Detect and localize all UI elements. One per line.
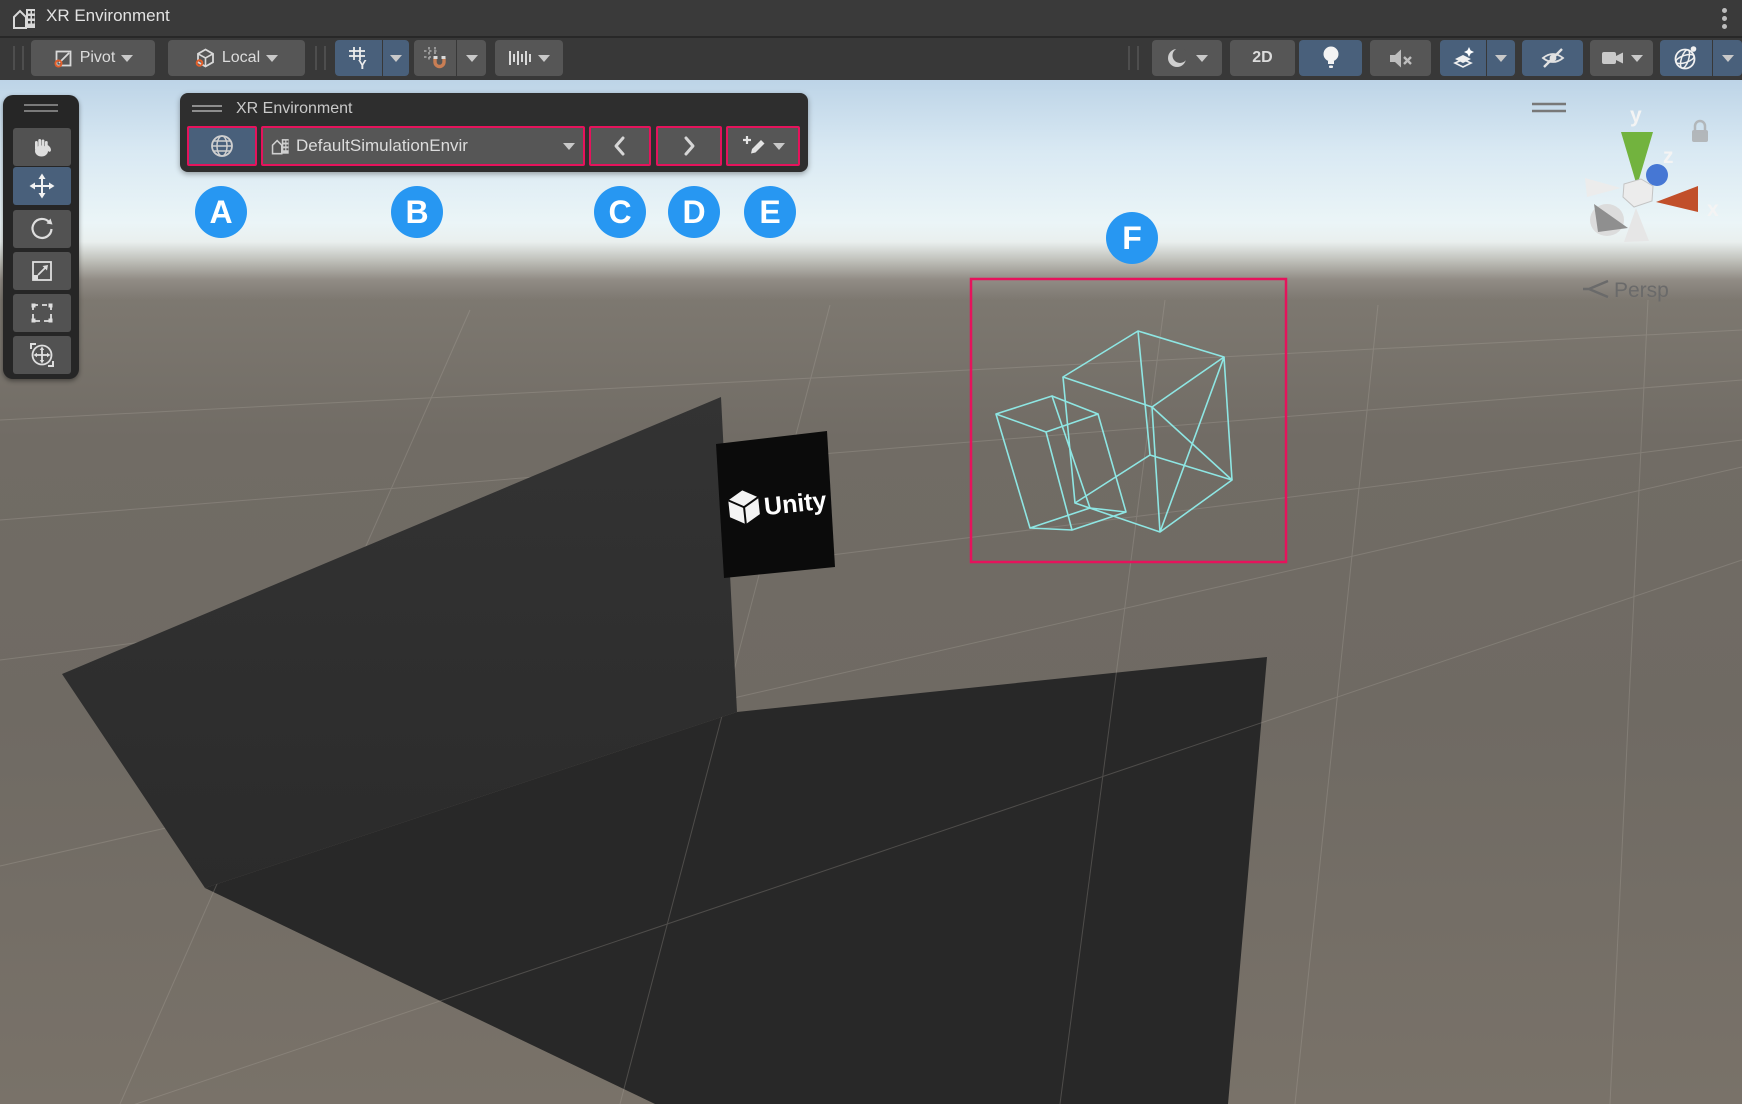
environment-name: DefaultSimulationEnvir bbox=[296, 136, 558, 156]
window-menu-button[interactable] bbox=[1712, 5, 1736, 33]
scale-tool[interactable] bbox=[13, 252, 71, 290]
next-environment-button[interactable] bbox=[656, 126, 722, 166]
globe-icon bbox=[209, 133, 235, 159]
snap-toggle[interactable] bbox=[414, 40, 456, 76]
annotation-badge-e: E bbox=[744, 186, 796, 238]
chevron-down-icon bbox=[466, 55, 478, 62]
effects-sparkle-icon bbox=[1451, 46, 1476, 70]
camera-icon bbox=[1601, 48, 1625, 68]
gizmos-toggle[interactable] bbox=[1660, 40, 1712, 76]
increment-ruler-icon bbox=[508, 46, 532, 70]
view-hand-tool[interactable] bbox=[13, 128, 71, 166]
camera-view-button[interactable] bbox=[1590, 40, 1653, 76]
grid-visibility-dropdown[interactable] bbox=[383, 40, 409, 76]
audio-muted-icon bbox=[1388, 48, 1413, 69]
move-tool[interactable] bbox=[13, 167, 71, 205]
grid-y-icon: Y bbox=[348, 46, 370, 70]
gizmos-globe-icon bbox=[1673, 45, 1699, 71]
panel-drag-handle[interactable] bbox=[192, 105, 222, 113]
toolbar-separator bbox=[13, 46, 24, 70]
rect-tool[interactable] bbox=[13, 294, 71, 332]
snap-magnet-icon bbox=[423, 46, 447, 70]
annotation-badge-f: F bbox=[1106, 212, 1158, 264]
gizmos-dropdown[interactable] bbox=[1713, 40, 1742, 76]
lighting-toggle[interactable] bbox=[1299, 40, 1362, 76]
gizmo-x-label: x bbox=[1707, 198, 1719, 221]
chevron-right-icon bbox=[680, 134, 698, 158]
scene-viewport: Unity bbox=[0, 80, 1742, 1104]
chevron-down-icon bbox=[563, 143, 575, 150]
chevron-down-icon bbox=[773, 143, 785, 150]
annotation-badge-b: B bbox=[391, 186, 443, 238]
visibility-toggle[interactable] bbox=[1522, 40, 1583, 76]
tools-overlay bbox=[3, 95, 79, 379]
chevron-down-icon bbox=[266, 55, 278, 62]
gizmo-y-label: y bbox=[1630, 104, 1642, 127]
local-label: Local bbox=[222, 49, 260, 67]
effects-toggle[interactable] bbox=[1440, 40, 1486, 76]
chevron-down-icon bbox=[121, 55, 133, 62]
2d-toggle[interactable]: 2D bbox=[1230, 40, 1295, 76]
toolbar-separator bbox=[1128, 46, 1139, 70]
local-space-icon bbox=[195, 48, 216, 69]
unity-plaque: Unity bbox=[716, 431, 835, 578]
tools-drag-handle[interactable] bbox=[24, 104, 58, 113]
annotation-badge-a: A bbox=[195, 186, 247, 238]
environment-dropdown[interactable]: DefaultSimulationEnvir bbox=[261, 126, 585, 166]
svg-text:Y: Y bbox=[358, 57, 367, 70]
pivot-icon bbox=[53, 48, 74, 69]
chevron-down-icon bbox=[1196, 55, 1208, 62]
pivot-toggle-button[interactable]: Pivot bbox=[31, 40, 155, 76]
window-icon bbox=[12, 7, 38, 29]
rotate-icon bbox=[29, 216, 55, 242]
shading-mode-button[interactable] bbox=[1152, 40, 1222, 76]
chevron-down-icon bbox=[1722, 55, 1734, 62]
chevron-down-icon bbox=[538, 55, 550, 62]
annotation-badge-c: C bbox=[594, 186, 646, 238]
window-title: XR Environment bbox=[46, 6, 170, 26]
window-titlebar: XR Environment bbox=[0, 0, 1742, 38]
chevron-down-icon bbox=[390, 55, 402, 62]
snap-dropdown[interactable] bbox=[457, 40, 486, 76]
previous-environment-button[interactable] bbox=[589, 126, 651, 166]
shaded-sphere-icon bbox=[1166, 46, 1190, 70]
edit-create-icon bbox=[742, 133, 768, 159]
annotation-badge-d: D bbox=[668, 186, 720, 238]
hand-icon bbox=[30, 135, 54, 159]
transform-tool[interactable] bbox=[13, 336, 71, 374]
pivot-label: Pivot bbox=[80, 49, 116, 67]
scale-icon bbox=[29, 258, 55, 284]
audio-toggle[interactable] bbox=[1370, 40, 1431, 76]
prefab-environment-icon bbox=[271, 137, 291, 155]
toolbar-separator bbox=[315, 46, 326, 70]
2d-label: 2D bbox=[1252, 49, 1272, 67]
projection-label: Persp bbox=[1614, 279, 1669, 302]
rect-tool-icon bbox=[29, 300, 55, 326]
transform-icon bbox=[29, 342, 55, 368]
local-toggle-button[interactable]: Local bbox=[168, 40, 305, 76]
move-icon bbox=[29, 173, 55, 199]
scene-toolbar: Pivot Local Y bbox=[0, 38, 1742, 80]
rotate-tool[interactable] bbox=[13, 210, 71, 248]
chevron-down-icon bbox=[1495, 55, 1507, 62]
grid-visibility-toggle[interactable]: Y bbox=[335, 40, 382, 76]
chevron-left-icon bbox=[611, 134, 629, 158]
environment-globe-button[interactable] bbox=[187, 126, 257, 166]
chevron-down-icon bbox=[1631, 55, 1643, 62]
panel-title: XR Environment bbox=[236, 100, 353, 118]
light-bulb-icon bbox=[1320, 45, 1342, 71]
eye-slash-icon bbox=[1540, 47, 1566, 69]
xr-environment-panel: XR Environment DefaultSimulationEnvir bbox=[180, 93, 808, 172]
effects-dropdown[interactable] bbox=[1487, 40, 1515, 76]
edit-environment-button[interactable] bbox=[726, 126, 800, 166]
snap-increment-button[interactable] bbox=[495, 40, 563, 76]
gizmo-z-label: z bbox=[1663, 145, 1674, 168]
